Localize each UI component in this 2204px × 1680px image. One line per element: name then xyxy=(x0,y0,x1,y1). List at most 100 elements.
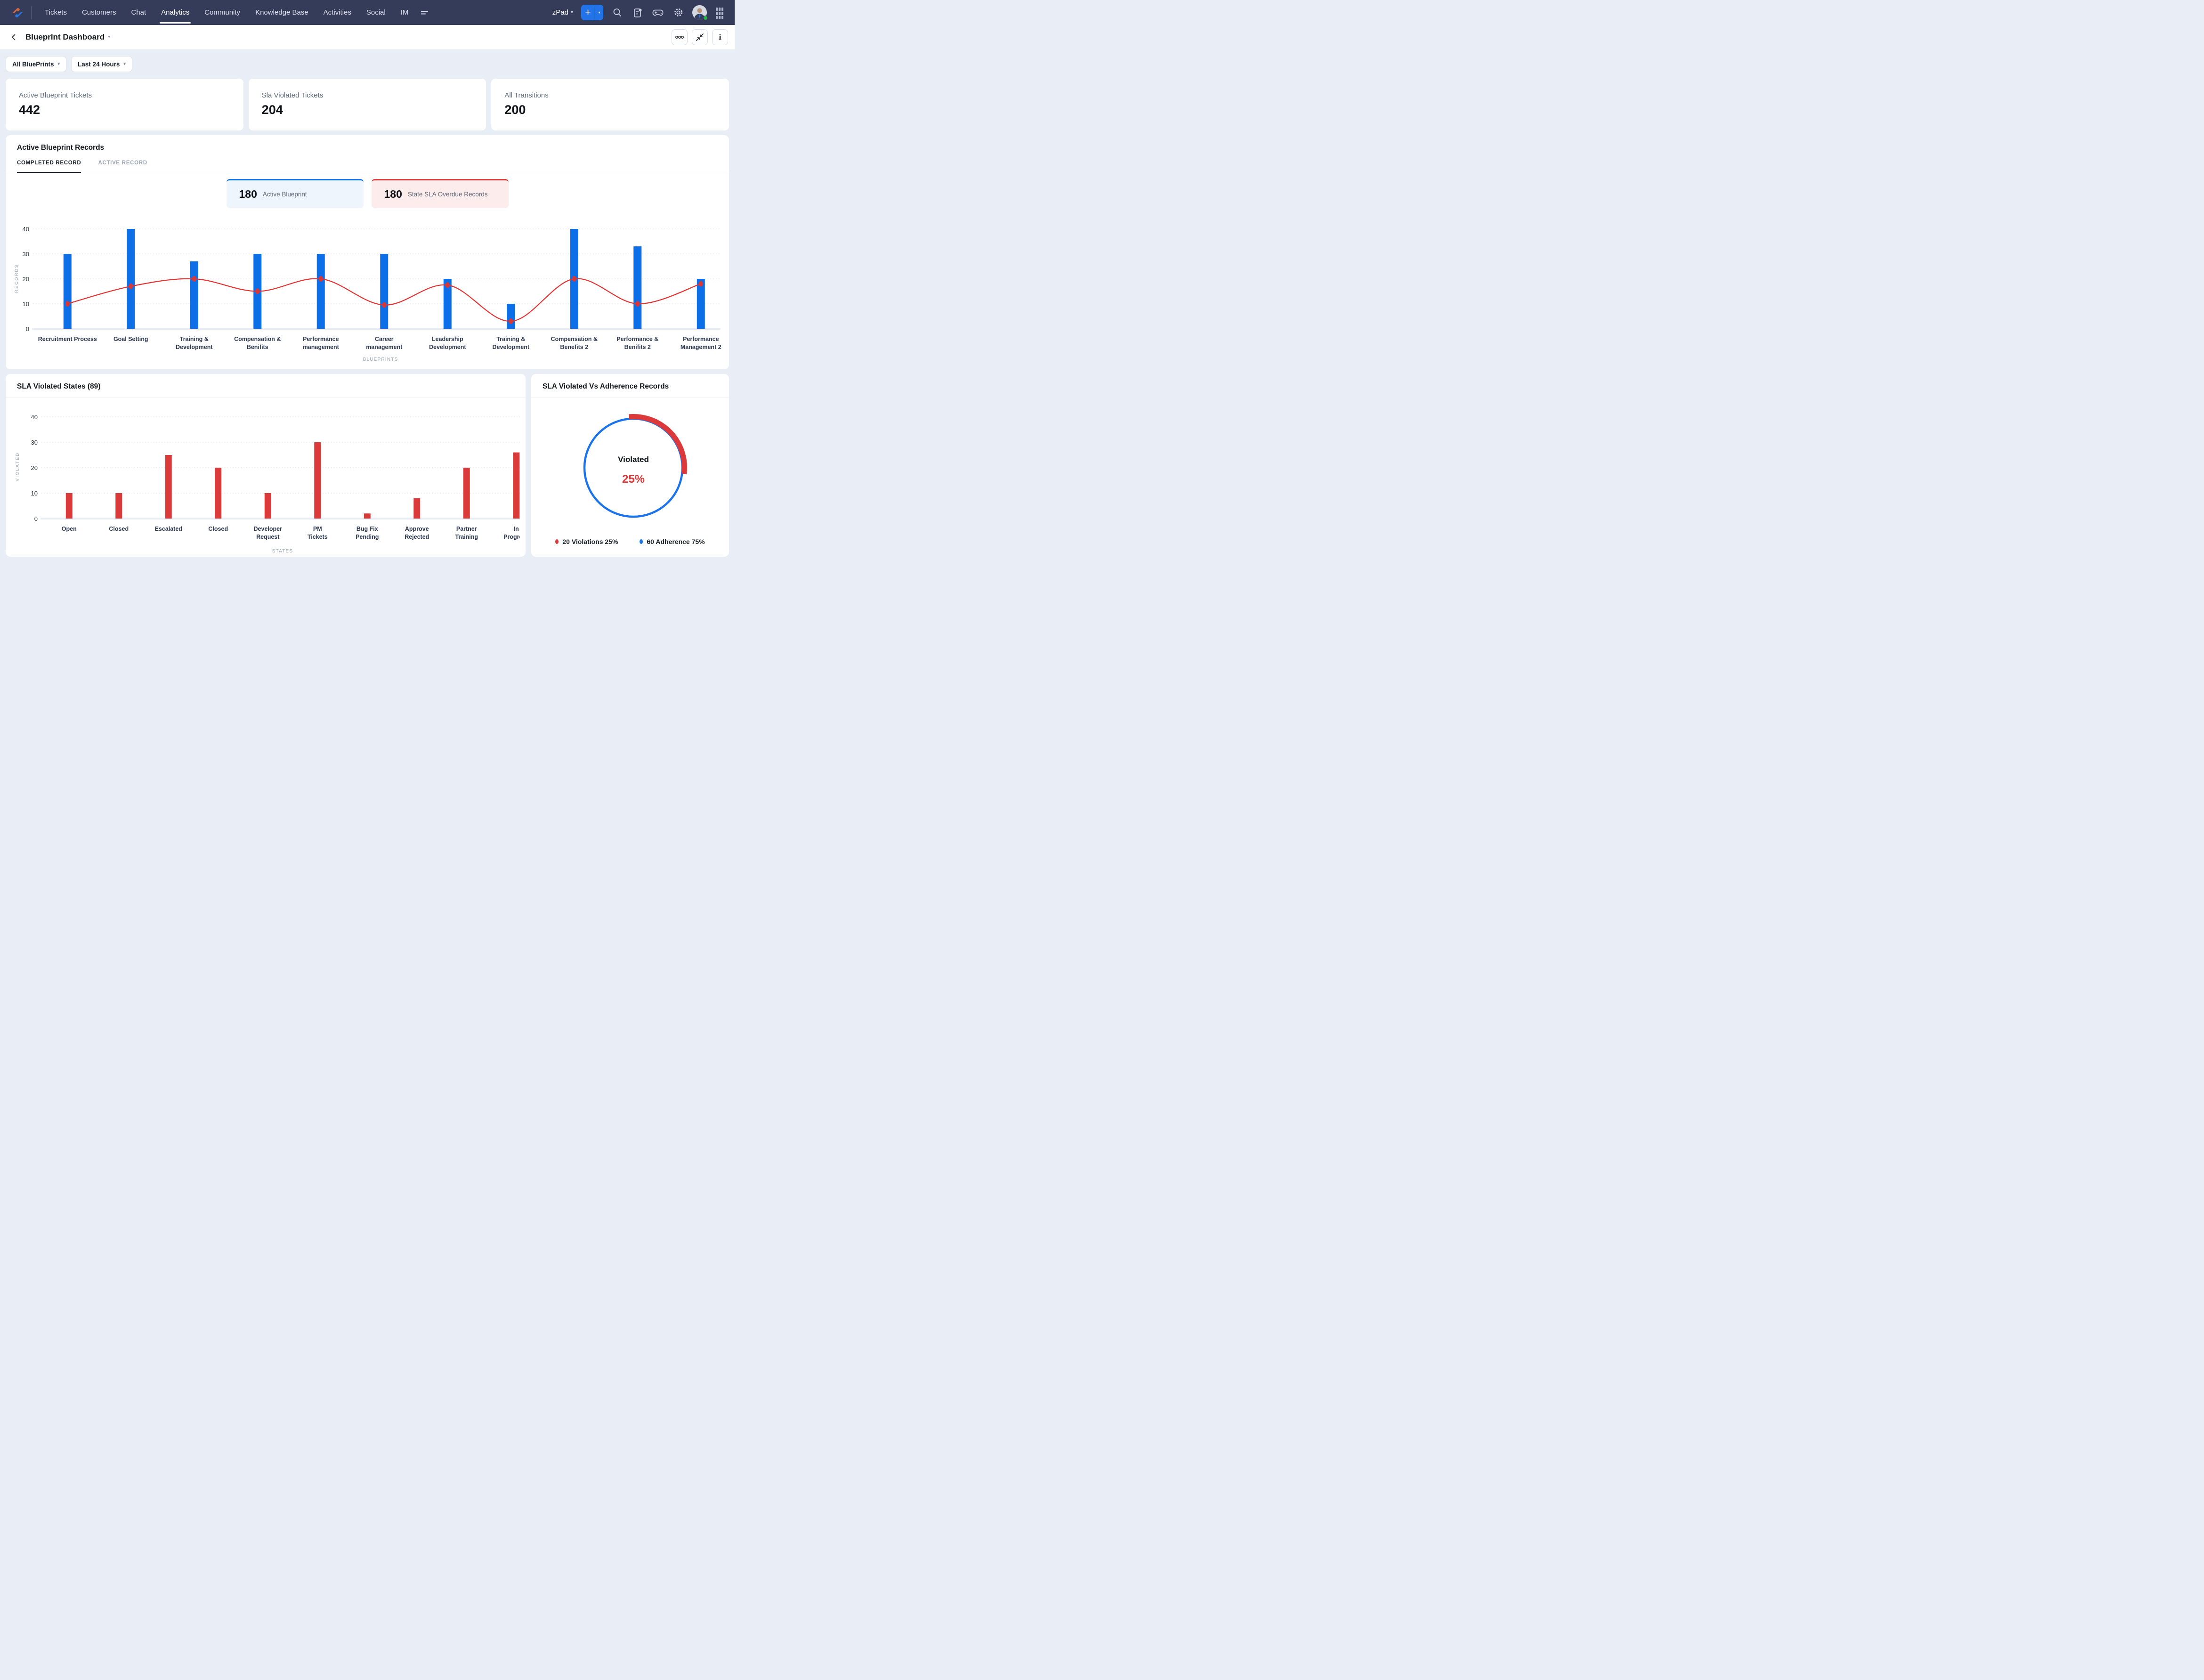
blueprint-records-chart: 0 10 20 30 40 RECORDS BLUEPRINTS Recruitment Pr… xyxy=(14,226,721,362)
stat-cards: Active Blueprint Tickets 442 Sla Violated … xyxy=(6,79,729,130)
record-badge-0[interactable]: 180 Active Blueprint xyxy=(226,179,364,208)
nav-item-community[interactable]: Community xyxy=(197,0,248,25)
svg-text:0: 0 xyxy=(26,325,29,333)
records-bars[interactable] xyxy=(63,229,705,329)
page-title: Blueprint Dashboard xyxy=(25,32,105,41)
svg-text:10: 10 xyxy=(31,490,38,497)
badge-label: Active Blueprint xyxy=(262,191,307,198)
badge-label: State SLA Overdue Records xyxy=(407,191,488,198)
sla-donut-chart: Violated 25% xyxy=(583,414,687,518)
stat-value: 200 xyxy=(504,103,526,117)
stat-label: All Transitions xyxy=(504,91,549,99)
online-status-dot xyxy=(703,16,708,20)
top-navbar: Tickets Customers Chat Analytics Community Kn… xyxy=(0,0,735,25)
nav-menu: Tickets Customers Chat Analytics Community Kn… xyxy=(37,0,416,25)
back-button[interactable] xyxy=(7,30,21,44)
svg-text:Closed: Closed xyxy=(208,526,228,532)
collapse-button[interactable] xyxy=(692,29,708,45)
chevron-down-icon xyxy=(571,10,573,15)
svg-text:STATES: STATES xyxy=(272,549,293,554)
info-button[interactable] xyxy=(712,29,728,45)
filter-button-1[interactable]: Last 24 Hours xyxy=(71,56,132,72)
chevron-down-icon xyxy=(58,62,60,66)
nav-item-analytics[interactable]: Analytics xyxy=(154,0,197,25)
department-selector[interactable]: zPad xyxy=(552,8,573,16)
donut-center-label: Violated xyxy=(618,455,649,464)
svg-text:DeveloperRequest: Developer Request xyxy=(254,526,283,540)
svg-text:Compensation &Benifits: Compensation & Benifits xyxy=(234,336,281,350)
panel-title: SLA Violated States (89) xyxy=(17,382,101,390)
search-icon[interactable] xyxy=(611,7,624,19)
filter-button-0[interactable]: All BluePrints xyxy=(6,56,67,72)
stat-card-0[interactable]: Active Blueprint Tickets 442 xyxy=(6,79,243,130)
legend-text: 60 Adherence 75% xyxy=(647,538,705,545)
svg-text:LeadershipDevelopment: Leadership Development xyxy=(429,336,466,350)
sla-violated-states-chart: 0 10 20 30 40 VIOLATED STATES Open Closed Escalat… xyxy=(15,414,526,554)
filter-label: All BluePrints xyxy=(12,60,54,68)
donut-center-value: 25% xyxy=(622,473,645,486)
add-dropdown[interactable] xyxy=(595,5,603,20)
stat-value: 442 xyxy=(19,103,41,117)
svg-text:PerformanceManagement 2: Performance Management 2 xyxy=(681,336,721,350)
page-header: Blueprint Dashboard xyxy=(0,25,735,49)
plus-icon[interactable]: + xyxy=(581,5,595,20)
tab-completed-record[interactable]: COMPLETED RECORD xyxy=(17,160,81,173)
stat-value: 204 xyxy=(261,103,283,117)
svg-text:BLUEPRINTS: BLUEPRINTS xyxy=(363,357,398,362)
nav-item-social[interactable]: Social xyxy=(359,0,393,25)
nav-item-im[interactable]: IM xyxy=(393,0,416,25)
nav-item-chat[interactable]: Chat xyxy=(123,0,154,25)
record-tabs: COMPLETED RECORD ACTIVE RECORD xyxy=(6,152,729,173)
svg-text:PMTickets: PM Tickets xyxy=(308,526,328,540)
sla-violated-states-panel: SLA Violated States (89) 0 10 20 30 40 VIOLAT… xyxy=(6,374,526,557)
tab-active-record[interactable]: ACTIVE RECORD xyxy=(98,160,147,173)
feeds-icon[interactable] xyxy=(632,7,644,19)
desk-logo-icon[interactable] xyxy=(10,6,24,20)
badge-value: 180 xyxy=(384,188,402,200)
svg-text:ApproveRejected: Approve Rejected xyxy=(405,526,429,540)
stat-card-2[interactable]: All Transitions 200 xyxy=(491,79,729,130)
svg-text:VIOLATED: VIOLATED xyxy=(15,452,20,481)
add-button[interactable]: + xyxy=(581,5,603,20)
app-grid-icon[interactable] xyxy=(715,7,727,19)
record-badges: 180 Active Blueprint 180 State SLA Overdue … xyxy=(6,179,729,208)
svg-text:Closed: Closed xyxy=(109,526,129,532)
filter-label: Last 24 Hours xyxy=(78,60,120,68)
legend-dot-icon xyxy=(640,539,643,544)
active-blueprint-records-panel: Active Blueprint Records COMPLETED RECOR… xyxy=(6,135,729,369)
violated-bars[interactable] xyxy=(65,442,520,519)
svg-text:Open: Open xyxy=(62,526,77,532)
sla-violated-vs-adherence-panel: SLA Violated Vs Adherence Records Violat… xyxy=(531,374,729,557)
settings-gear-icon[interactable] xyxy=(672,7,684,19)
svg-text:20: 20 xyxy=(31,464,38,471)
svg-text:Recruitment Process: Recruitment Process xyxy=(38,336,97,342)
legend-item-0[interactable]: 20 Violations 25% xyxy=(555,538,618,545)
nav-more-icon[interactable] xyxy=(416,9,434,16)
svg-text:Bug FixPending: Bug Fix Pending xyxy=(356,526,379,540)
stat-label: Sla Violated Tickets xyxy=(261,91,324,99)
svg-text:PartnerTraining: Partner Training xyxy=(455,526,478,540)
svg-text:Compensation &Benefits 2: Compensation & Benefits 2 xyxy=(551,336,598,350)
nav-item-customers[interactable]: Customers xyxy=(74,0,124,25)
department-label: zPad xyxy=(552,8,568,16)
panel-title: Active Blueprint Records xyxy=(17,144,105,152)
legend-item-1[interactable]: 60 Adherence 75% xyxy=(640,538,705,545)
more-options-button[interactable] xyxy=(672,29,688,45)
svg-text:20: 20 xyxy=(23,276,29,283)
badge-value: 180 xyxy=(239,188,257,200)
svg-text:40: 40 xyxy=(23,226,29,233)
nav-item-activities[interactable]: Activities xyxy=(316,0,359,25)
nav-item-tickets[interactable]: Tickets xyxy=(37,0,74,25)
record-badge-1[interactable]: 180 State SLA Overdue Records xyxy=(371,179,509,208)
chevron-down-icon[interactable] xyxy=(108,35,110,40)
user-avatar[interactable] xyxy=(692,5,708,21)
adherence-ring[interactable] xyxy=(583,417,684,518)
stat-card-1[interactable]: Sla Violated Tickets 204 xyxy=(248,79,486,130)
filter-bar: All BluePrints Last 24 Hours xyxy=(0,49,735,78)
svg-text:30: 30 xyxy=(31,439,38,446)
nav-item-knowledge-base[interactable]: Knowledge Base xyxy=(248,0,316,25)
svg-text:Training &Development: Training & Development xyxy=(176,336,213,350)
panel-title: SLA Violated Vs Adherence Records xyxy=(543,382,669,390)
svg-text:Training &Development: Training & Development xyxy=(493,336,530,350)
gamescope-icon[interactable] xyxy=(652,7,664,19)
